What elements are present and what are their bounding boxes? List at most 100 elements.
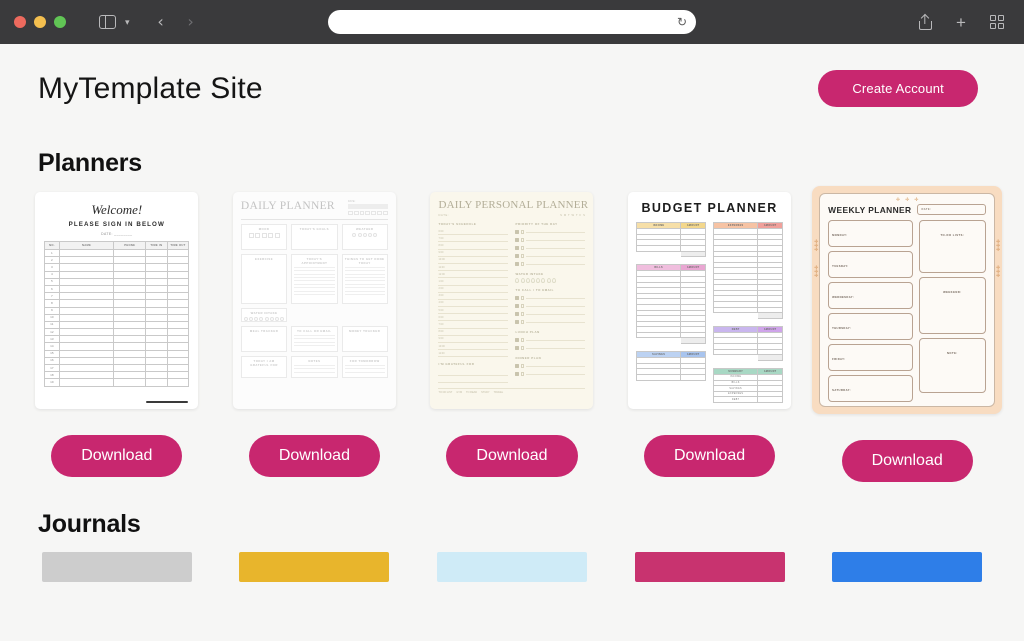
personal-planner-title: DAILY PERSONAL PLANNER: [438, 199, 589, 211]
schedule-time: 2:00: [438, 287, 444, 291]
table-cell: [680, 374, 707, 381]
weekly-right-column: TO-DO LISTS: WEEKEND: NOTE:: [918, 220, 987, 402]
address-bar[interactable]: ↻: [328, 10, 696, 34]
table-row: 13: [44, 335, 190, 344]
thumbnail-journal-gray[interactable]: [41, 552, 192, 582]
budget-right-column: EXPENSES AMOUNT DEBT AMOUNT SUMMARY AMOUNT INC…: [713, 221, 784, 403]
weekly-day-box: THURSDAY:: [828, 313, 913, 340]
schedule-row: 8:00: [438, 329, 509, 336]
table-cell: [113, 342, 147, 351]
table-cell: [166, 313, 190, 322]
schedule-time: 6:00: [438, 229, 444, 233]
back-button[interactable]: ‹: [148, 10, 174, 34]
table-cell: [714, 355, 758, 361]
table-cell: [166, 256, 190, 265]
minimize-window-button[interactable]: [34, 16, 46, 28]
schedule-time: 8:00: [438, 330, 444, 334]
table-cell: [637, 338, 681, 344]
table-row: 19: [44, 378, 190, 387]
table-cell: [58, 313, 115, 322]
table-row: 17: [44, 363, 190, 373]
forward-button[interactable]: ›: [178, 10, 204, 34]
tab-overview-button[interactable]: [984, 10, 1010, 34]
reload-icon[interactable]: ↻: [677, 16, 687, 28]
row-number: 14: [44, 342, 60, 351]
table-cell: [145, 284, 168, 294]
table-cell: [166, 356, 190, 366]
thumbnail-journal-lightblue[interactable]: [436, 552, 587, 582]
thumbnail-journal-magenta[interactable]: [634, 552, 785, 582]
table-row: 9: [44, 306, 190, 315]
download-button-daily-planner[interactable]: Download: [248, 435, 380, 477]
download-button-weekly-planner[interactable]: Download: [841, 440, 973, 482]
table-cell: [113, 277, 147, 286]
schedule-time: 10:00: [438, 344, 445, 348]
download-button-sign-in-sheet[interactable]: Download: [51, 435, 183, 477]
table-row: 12: [44, 328, 190, 337]
journal-card: [216, 552, 414, 582]
table-cell: [145, 263, 168, 272]
close-window-button[interactable]: [14, 16, 26, 28]
table-total-row: [637, 337, 707, 345]
table-cell: [166, 371, 190, 380]
table-cell: [113, 335, 147, 344]
table-cell: [637, 251, 681, 257]
table-cell: [145, 313, 168, 322]
schedule-time: 6:00: [438, 315, 444, 319]
share-button[interactable]: [912, 10, 938, 34]
table-cell: [58, 263, 115, 272]
date-label: DATE:: [438, 214, 450, 217]
table-cell: [113, 313, 147, 322]
table-cell: [166, 306, 190, 315]
total-cell: [757, 312, 784, 319]
download-button-budget-planner[interactable]: Download: [644, 435, 776, 477]
planners-card-row: Welcome! PLEASE SIGN IN BELOW DATE: ____…: [0, 186, 1024, 482]
table-cell: [58, 356, 115, 366]
table-row: 2: [44, 256, 190, 265]
table-cell: [145, 349, 168, 358]
sidebar-toggle-button[interactable]: [94, 10, 120, 34]
table-cell: [58, 378, 115, 387]
new-tab-button[interactable]: +: [948, 10, 974, 34]
create-account-button[interactable]: Create Account: [818, 70, 978, 107]
thumbnail-budget-planner[interactable]: BUDGET PLANNER INCOME AMOUNT BILLS AMOUNT SA…: [628, 192, 792, 409]
row-number: 13: [44, 335, 60, 344]
row-number: 4: [44, 270, 60, 279]
thumbnail-daily-planner[interactable]: DAILY PLANNER DATE: MOOD TODAY'S GOALS W…: [232, 192, 396, 409]
grid-icon: [990, 15, 1004, 29]
table-cell: [113, 270, 147, 279]
table-row: 11: [44, 320, 190, 330]
table-cell: [166, 277, 190, 286]
table-cell: [145, 320, 168, 330]
thumbnail-sign-in-sheet[interactable]: Welcome! PLEASE SIGN IN BELOW DATE: ____…: [35, 192, 199, 409]
signin-table: NO. NAME PHONE TIME IN TIME OUT 12345678…: [44, 241, 190, 387]
decorative-rail-left: ✛ ✛ ✛ ✛ ✛ ✛: [814, 239, 819, 279]
thumbnail-daily-personal-planner[interactable]: DAILY PERSONAL PLANNER DATE: S M T W T F…: [430, 192, 594, 409]
schedule-row: 6:00: [438, 314, 509, 322]
schedule-time: 11:00: [438, 265, 445, 269]
thumbnail-weekly-planner[interactable]: ✛ ✛ ✛ ✛ ✛ ✛ ✛ ✛ ✛ ✛ ✛ ✛ ✛ ✛ ✛ WEEKLY PLANNER DATE:: [812, 186, 1003, 414]
maximize-window-button[interactable]: [54, 16, 66, 28]
section-notes: NOTES: [291, 355, 338, 378]
thumbnail-journal-blue[interactable]: [832, 552, 983, 582]
table-total-row: [714, 312, 784, 319]
url-input[interactable]: [338, 16, 686, 28]
download-button-daily-personal-planner[interactable]: Download: [446, 435, 578, 477]
schedule-time: 7:00: [438, 236, 444, 240]
thumbnail-journal-gold[interactable]: [239, 552, 390, 582]
schedule-time: 10:00: [438, 258, 445, 262]
schedule-row: 6:00: [438, 228, 509, 236]
chevron-down-icon[interactable]: ▾: [125, 17, 130, 28]
schedule-row: 9:00: [438, 336, 509, 343]
decorative-swoosh: [146, 401, 189, 403]
table-cell: [113, 306, 147, 315]
schedule-time: 9:00: [438, 337, 444, 341]
table-cell: [145, 299, 168, 308]
planner-card-daily-personal-planner: DAILY PERSONAL PLANNER DATE: S M T W T F…: [413, 192, 611, 482]
summary-value: [757, 396, 784, 403]
section-things-to-get-done: THINGS TO GET DONE TODAY: [341, 253, 388, 304]
weekly-day-box: MONDAY:: [828, 220, 913, 247]
planners-section-heading: Planners: [38, 149, 143, 177]
table-row: 10: [44, 313, 190, 322]
footer-tag: TO DO LIST: [438, 390, 453, 394]
